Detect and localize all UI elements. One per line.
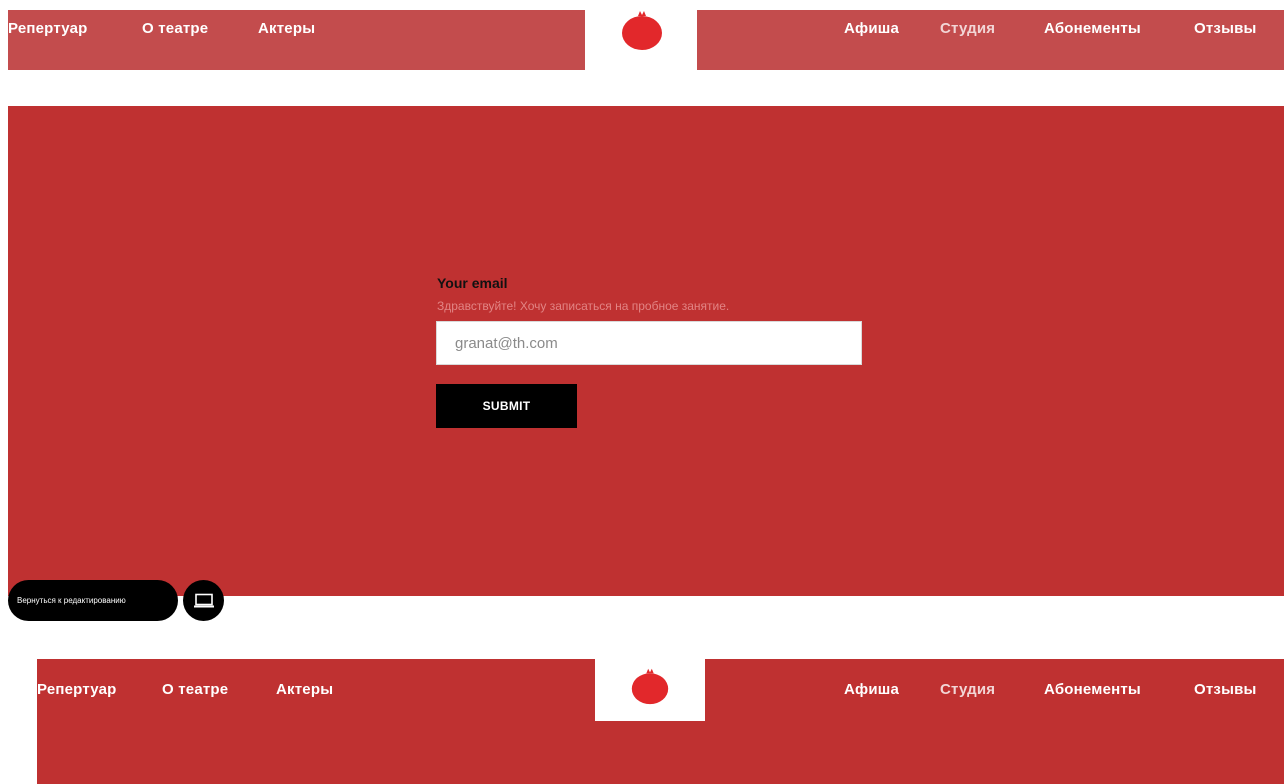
nav-link-studio[interactable]: Студия xyxy=(940,681,995,698)
back-to-editing-label: Вернуться к редактированию xyxy=(17,596,126,605)
pomegranate-icon[interactable] xyxy=(630,666,670,706)
nav-link-repertoire[interactable]: Репертуар xyxy=(8,20,88,37)
back-to-editing-button[interactable]: Вернуться к редактированию xyxy=(8,580,178,621)
email-field[interactable] xyxy=(436,321,862,365)
nav-link-repertoire[interactable]: Репертуар xyxy=(37,681,117,698)
nav-link-studio[interactable]: Студия xyxy=(940,20,995,37)
submit-button[interactable]: SUBMIT xyxy=(436,384,577,428)
top-nav-right-bar xyxy=(697,10,1284,70)
nav-link-reviews[interactable]: Отзывы xyxy=(1194,20,1257,37)
nav-link-afisha[interactable]: Афиша xyxy=(844,681,899,698)
nav-link-afisha[interactable]: Афиша xyxy=(844,20,899,37)
laptop-icon xyxy=(193,593,214,607)
nav-link-subscriptions[interactable]: Абонементы xyxy=(1044,20,1141,37)
email-label: Your email xyxy=(437,275,508,291)
nav-link-actors[interactable]: Актеры xyxy=(276,681,333,698)
nav-link-about-theatre[interactable]: О театре xyxy=(142,20,208,37)
nav-link-about-theatre[interactable]: О театре xyxy=(162,681,228,698)
nav-link-reviews[interactable]: Отзывы xyxy=(1194,681,1257,698)
email-hint: Здравствуйте! Хочу записаться на пробное… xyxy=(437,299,730,313)
top-nav-left-bar xyxy=(8,10,585,70)
nav-link-subscriptions[interactable]: Абонементы xyxy=(1044,681,1141,698)
device-preview-button[interactable] xyxy=(183,580,224,621)
nav-link-actors[interactable]: Актеры xyxy=(258,20,315,37)
pomegranate-icon[interactable] xyxy=(620,8,664,52)
